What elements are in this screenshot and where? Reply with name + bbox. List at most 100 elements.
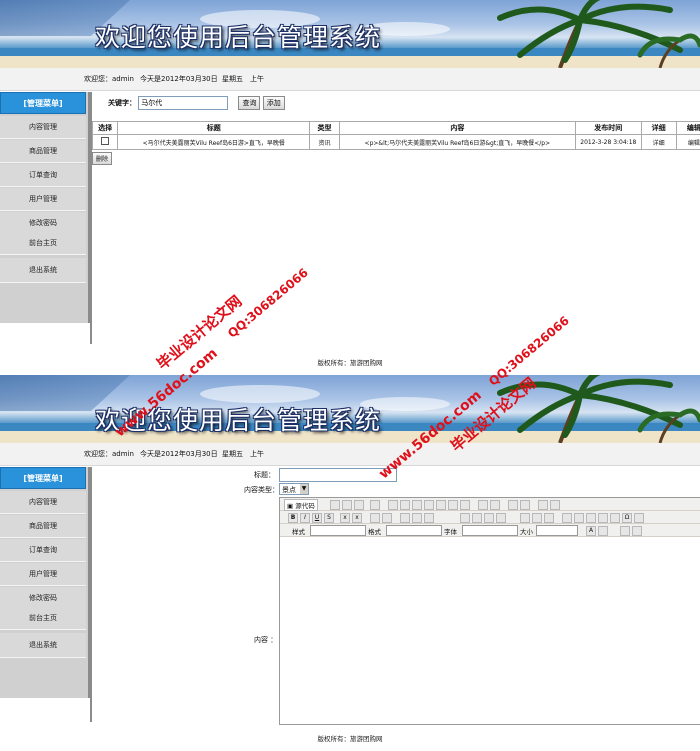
- col-select: 选择: [91, 121, 119, 135]
- cut-icon[interactable]: [388, 500, 398, 510]
- size-dropdown[interactable]: [536, 525, 578, 536]
- select-all-icon[interactable]: [538, 500, 548, 510]
- date-text: 今天是2012年03月30日: [140, 450, 218, 458]
- outdent-icon[interactable]: [400, 513, 410, 523]
- italic-icon[interactable]: I: [300, 513, 310, 523]
- copy-icon[interactable]: [400, 500, 410, 510]
- blockquote-icon[interactable]: [424, 513, 434, 523]
- spellcheck-icon[interactable]: [460, 500, 470, 510]
- underline-icon[interactable]: U: [312, 513, 322, 523]
- chevron-down-icon: ▼: [300, 484, 308, 494]
- redo-icon[interactable]: [490, 500, 500, 510]
- page-break-icon[interactable]: [634, 513, 644, 523]
- content-label: 内容 ：: [254, 636, 278, 644]
- title-label: 标题：: [254, 471, 275, 479]
- sidebar-item-content[interactable]: 内容管理: [0, 491, 86, 514]
- search-button[interactable]: 查询: [238, 96, 261, 110]
- sidebar-item-logout[interactable]: 退出系统: [0, 633, 86, 658]
- remove-format-icon[interactable]: [550, 500, 560, 510]
- show-blocks-icon[interactable]: [632, 526, 642, 536]
- save-icon[interactable]: [330, 500, 340, 510]
- welcome-text: 欢迎您：admin: [84, 450, 134, 458]
- sidebar-item-products[interactable]: 商品管理: [0, 515, 86, 538]
- weekday-text: 星期五: [222, 450, 243, 458]
- sidebar-item-logout[interactable]: 退出系统: [0, 258, 86, 283]
- paste-word-icon[interactable]: [436, 500, 446, 510]
- bold-icon[interactable]: B: [288, 513, 298, 523]
- type-select[interactable]: 景点 ▼: [279, 483, 309, 495]
- sidebar-item-orders[interactable]: 订单查询: [0, 164, 86, 187]
- font-label: 字体: [444, 528, 457, 536]
- search-bar: 关键字： 查询 添加: [108, 96, 285, 110]
- replace-icon[interactable]: [520, 500, 530, 510]
- unordered-list-icon[interactable]: [382, 513, 392, 523]
- paste-icon[interactable]: [412, 500, 422, 510]
- format-dropdown[interactable]: [386, 525, 442, 536]
- keyword-input[interactable]: [138, 96, 229, 110]
- find-icon[interactable]: [508, 500, 518, 510]
- link-icon[interactable]: [520, 513, 530, 523]
- info-bar: 欢迎您：admin 今天是2012年03月30日 星期五 上午: [0, 68, 700, 91]
- bg-color-icon[interactable]: [598, 526, 608, 536]
- sidebar-item-orders[interactable]: 订单查询: [0, 539, 86, 562]
- table-icon[interactable]: [586, 513, 596, 523]
- sidebar-item-users[interactable]: 用户管理: [0, 188, 86, 211]
- align-justify-icon[interactable]: [496, 513, 506, 523]
- source-button[interactable]: ▣ 源代码: [284, 499, 318, 511]
- sidebar-item-content[interactable]: 内容管理: [0, 116, 86, 139]
- smiley-icon[interactable]: [610, 513, 620, 523]
- type-select-value: 景点: [282, 486, 296, 494]
- image-icon[interactable]: [562, 513, 572, 523]
- preview-icon[interactable]: [354, 500, 364, 510]
- subscript-icon[interactable]: x: [340, 513, 350, 523]
- text-color-icon[interactable]: A: [586, 526, 596, 536]
- sidebar: [管理菜单] 内容管理 商品管理 订单查询 用户管理 修改密码 前台主页 退出系…: [0, 467, 91, 698]
- align-center-icon[interactable]: [472, 513, 482, 523]
- sidebar: [管理菜单] 内容管理 商品管理 订单查询 用户管理 修改密码 前台主页 退出系…: [0, 92, 91, 323]
- ordered-list-icon[interactable]: [370, 513, 380, 523]
- indent-icon[interactable]: [412, 513, 422, 523]
- font-dropdown[interactable]: [462, 525, 518, 536]
- row-type: 资讯: [309, 134, 340, 150]
- header-banner: 欢迎您使用后台管理系统: [0, 375, 700, 443]
- sidebar-item-frontpage[interactable]: 前台主页: [0, 232, 86, 255]
- row-time: 2012-3-28 3:04:18: [575, 134, 642, 150]
- row-detail-link[interactable]: 详细: [640, 134, 677, 150]
- row-checkbox[interactable]: [101, 137, 110, 145]
- print-icon[interactable]: [448, 500, 458, 510]
- row-edit-link[interactable]: 编辑: [675, 134, 700, 150]
- special-char-icon[interactable]: Ω: [622, 513, 632, 523]
- weekday-text: 星期五: [222, 75, 243, 83]
- new-page-icon[interactable]: [342, 500, 352, 510]
- add-button[interactable]: 添加: [262, 96, 285, 110]
- maximize-icon[interactable]: [620, 526, 630, 536]
- flash-icon[interactable]: [574, 513, 584, 523]
- col-detail: 详细: [640, 121, 677, 135]
- col-time: 发布时间: [575, 121, 642, 135]
- menu-header: [管理菜单]: [0, 92, 86, 114]
- sidebar-item-users[interactable]: 用户管理: [0, 563, 86, 586]
- unlink-icon[interactable]: [532, 513, 542, 523]
- editor-toolbar-row-3: 样式 格式 字体 大小 A: [280, 524, 700, 537]
- align-left-icon[interactable]: [460, 513, 470, 523]
- horizontal-rule-icon[interactable]: [598, 513, 608, 523]
- paste-text-icon[interactable]: [424, 500, 434, 510]
- align-right-icon[interactable]: [484, 513, 494, 523]
- menu-header: [管理菜单]: [0, 467, 86, 489]
- col-title: 标题: [117, 121, 311, 135]
- superscript-icon[interactable]: x: [352, 513, 362, 523]
- info-bar: 欢迎您：admin 今天是2012年03月30日 星期五 上午: [0, 443, 700, 466]
- footer-text: 版权所有：旅游团购网: [317, 359, 383, 367]
- ampm-text: 上午: [250, 450, 264, 458]
- size-label: 大小: [520, 528, 533, 536]
- source-button-label: 源代码: [295, 502, 315, 510]
- undo-icon[interactable]: [478, 500, 488, 510]
- anchor-icon[interactable]: [544, 513, 554, 523]
- style-dropdown[interactable]: [310, 525, 366, 536]
- delete-button[interactable]: 删除: [92, 152, 113, 165]
- strikethrough-icon[interactable]: S: [324, 513, 334, 523]
- sidebar-item-frontpage[interactable]: 前台主页: [0, 607, 86, 630]
- sidebar-item-products[interactable]: 商品管理: [0, 140, 86, 163]
- rich-text-editor[interactable]: ▣ 源代码 B I U S x x Ω 样式 格式 字体 大小 A: [279, 497, 700, 725]
- template-icon[interactable]: [370, 500, 380, 510]
